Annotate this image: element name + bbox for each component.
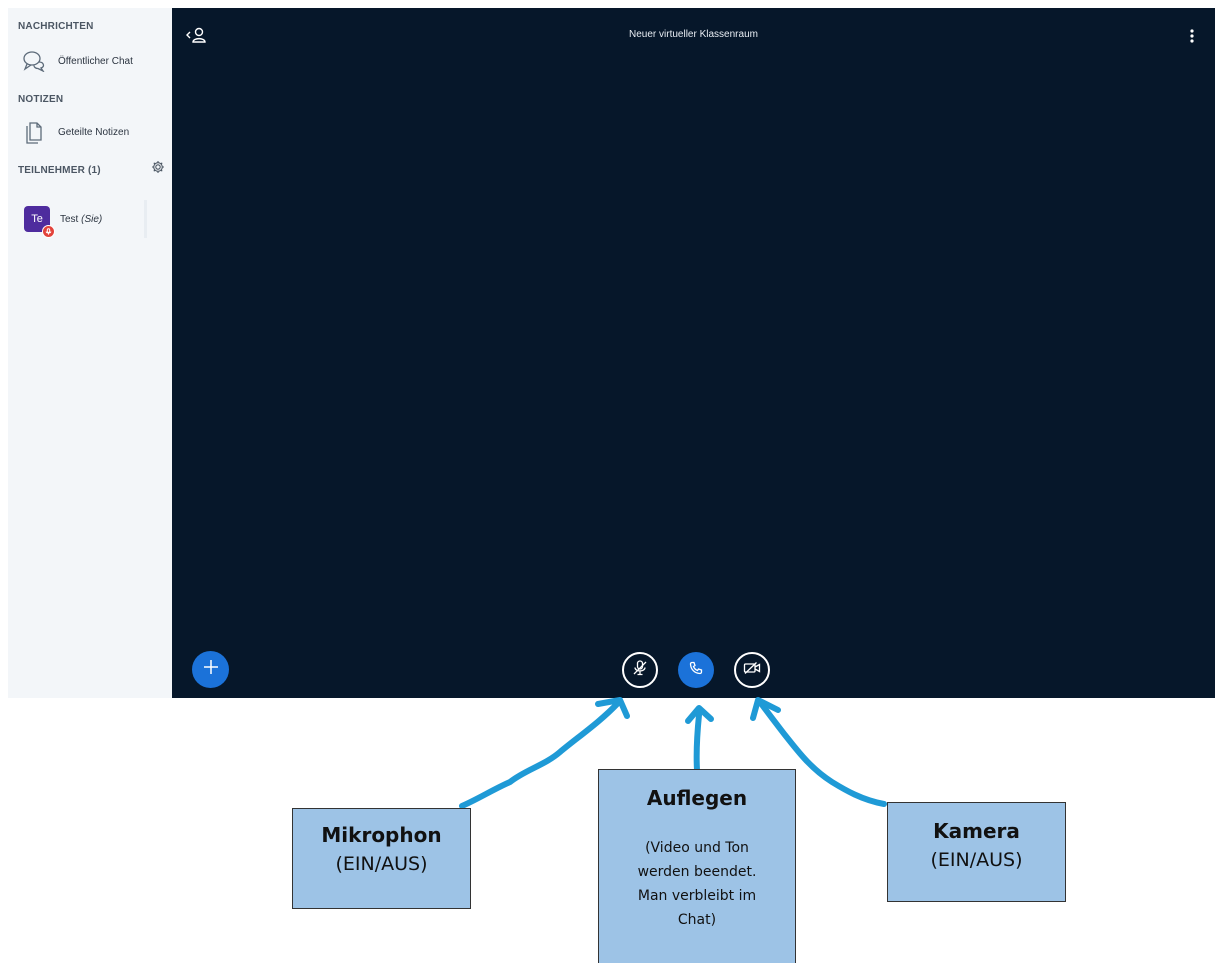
mic-toggle-button[interactable] bbox=[622, 652, 658, 688]
participant-name-text: Test bbox=[60, 213, 79, 225]
camera-off-icon bbox=[743, 661, 761, 680]
avatar: Te bbox=[24, 206, 55, 238]
actions-plus-button[interactable] bbox=[192, 651, 229, 688]
camera-arrowhead bbox=[750, 697, 781, 721]
room-title: Neuer virtueller Klassenraum bbox=[629, 29, 758, 40]
sidebar-item-public-chat[interactable]: Öffentlicher Chat bbox=[20, 47, 165, 75]
plus-icon bbox=[203, 659, 219, 680]
gear-icon[interactable] bbox=[151, 160, 165, 174]
hangup-callout-line-1: (Video und Ton bbox=[645, 840, 749, 856]
mic-arrow bbox=[459, 700, 621, 809]
avatar-initials: Te bbox=[31, 213, 43, 225]
hangup-arrowhead bbox=[685, 705, 714, 724]
notes-section-title: NOTIZEN bbox=[18, 94, 64, 105]
hangup-callout-line-3: Man verbleibt im bbox=[637, 888, 757, 904]
muted-badge-icon bbox=[42, 225, 55, 238]
hangup-callout: Auflegen (Video und Ton werden beendet. … bbox=[598, 769, 796, 963]
camera-callout: Kamera (EIN/AUS) bbox=[887, 802, 1066, 902]
participant-name: Test (Sie) bbox=[60, 214, 102, 225]
hangup-callout-title: Auflegen bbox=[646, 786, 748, 810]
hangup-callout-line-4: Chat) bbox=[677, 912, 717, 928]
shared-notes-label: Geteilte Notizen bbox=[58, 126, 130, 138]
sidebar: NACHRICHTEN Öffentlicher Chat NOTIZEN Ge… bbox=[8, 8, 173, 698]
chat-icon bbox=[20, 47, 48, 75]
mic-off-icon bbox=[631, 659, 649, 682]
public-chat-label: Öffentlicher Chat bbox=[58, 55, 133, 67]
participant-item[interactable]: Te Test (Sie) bbox=[20, 200, 147, 238]
sidebar-item-shared-notes[interactable]: Geteilte Notizen bbox=[20, 118, 165, 146]
messages-section-title: NACHRICHTEN bbox=[18, 21, 94, 32]
mic-arrowhead bbox=[595, 697, 630, 719]
participant-self-label: (Sie) bbox=[81, 213, 103, 225]
camera-callout-sub: (EIN/AUS) bbox=[930, 849, 1023, 871]
mic-callout-sub: (EIN/AUS) bbox=[335, 853, 428, 875]
hangup-button[interactable] bbox=[678, 652, 714, 688]
presentation-area: Neuer virtueller Klassenraum bbox=[172, 8, 1215, 698]
kebab-icon[interactable] bbox=[1187, 26, 1197, 46]
app-frame: NACHRICHTEN Öffentlicher Chat NOTIZEN Ge… bbox=[0, 0, 1215, 700]
hangup-arrow bbox=[693, 712, 702, 773]
participants-section-title: TEILNEHMER (1) bbox=[18, 165, 101, 176]
mic-callout-title: Mikrophon bbox=[321, 823, 442, 847]
phone-icon bbox=[689, 661, 703, 680]
camera-callout-title: Kamera bbox=[933, 819, 1020, 843]
camera-toggle-button[interactable] bbox=[734, 652, 770, 688]
mic-callout: Mikrophon (EIN/AUS) bbox=[292, 808, 471, 909]
hangup-callout-line-2: werden beendet. bbox=[637, 864, 757, 880]
notes-icon bbox=[20, 118, 48, 146]
